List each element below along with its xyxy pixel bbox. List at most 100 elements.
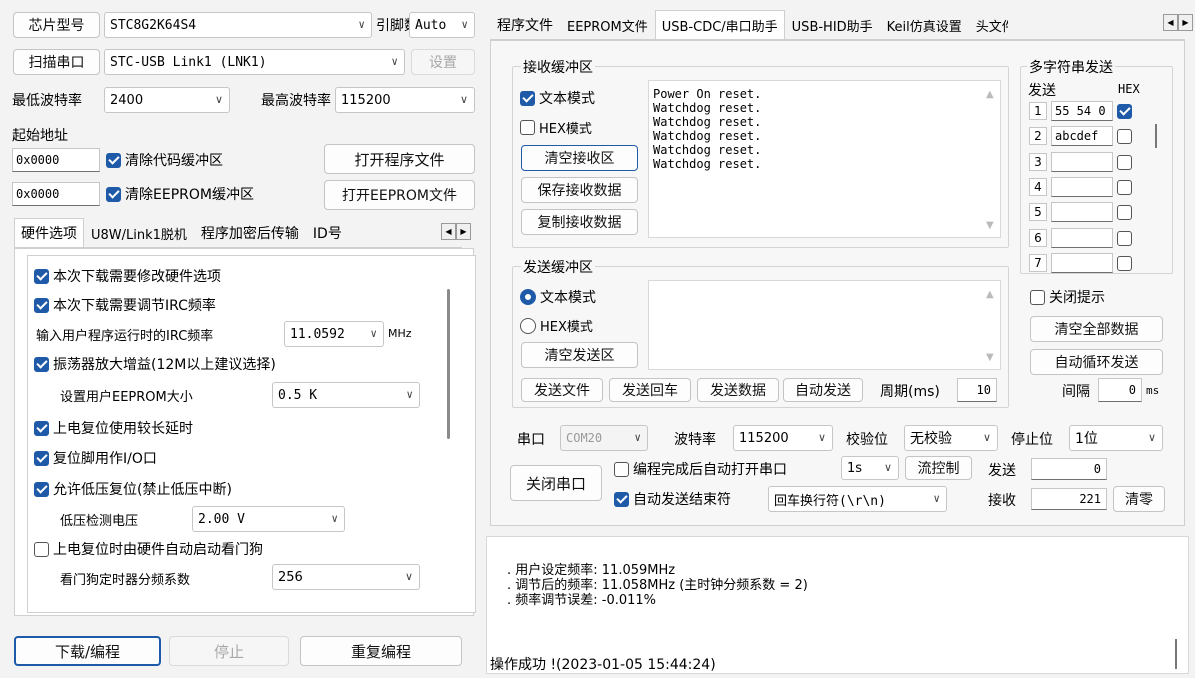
chip-model-select[interactable]: STC8G2K64S4 ∨: [104, 12, 372, 38]
multi-send-button[interactable]: 3: [1029, 153, 1047, 171]
eeprom-address-input[interactable]: 0x0000: [12, 182, 100, 206]
send-data-button[interactable]: 发送数据: [697, 378, 779, 402]
tab-scroll-left-icon[interactable]: ◀: [441, 223, 456, 240]
code-address-input[interactable]: 0x0000: [12, 148, 100, 172]
tab-header-file[interactable]: 头文件: [969, 10, 1009, 39]
eeprom-size-select[interactable]: 0.5 K ∨: [272, 382, 420, 408]
auto-open-delay-select[interactable]: 1s ∨: [841, 456, 899, 480]
send-enter-button[interactable]: 发送回车: [609, 378, 691, 402]
tab-keil-debug[interactable]: Keil仿真设置: [880, 10, 969, 39]
multi-send-button[interactable]: 6: [1029, 229, 1047, 247]
clear-count-button[interactable]: 清零: [1113, 486, 1165, 512]
close-serial-port-button[interactable]: 关闭串口: [510, 465, 602, 501]
tab-serial-assistant[interactable]: USB-CDC/串口助手: [654, 10, 785, 39]
period-input[interactable]: 10: [957, 378, 997, 402]
stop-bits-select[interactable]: 1位 ∨: [1069, 425, 1163, 451]
multi-send-button[interactable]: 4: [1029, 178, 1047, 196]
download-program-button[interactable]: 下载/编程: [14, 636, 161, 666]
baud-rate-select[interactable]: 115200 ∨: [733, 425, 833, 451]
multi-send-button[interactable]: 5: [1029, 203, 1047, 221]
send-hex-mode-radio[interactable]: HEX模式: [520, 316, 593, 335]
right-tab-scroll-left-icon[interactable]: ◀: [1163, 14, 1178, 31]
interval-input[interactable]: 0: [1098, 378, 1142, 402]
max-baud-select[interactable]: 115200 ∨: [335, 87, 475, 113]
pin-count-select[interactable]: Auto ∨: [409, 12, 475, 38]
scan-port-button[interactable]: 扫描串口: [13, 49, 100, 75]
clear-all-button[interactable]: 清空全部数据: [1030, 316, 1163, 342]
receive-text-mode-checkbox[interactable]: 文本模式: [520, 88, 595, 108]
log-scrollbar[interactable]: [1175, 639, 1177, 669]
multi-input[interactable]: [1051, 228, 1113, 248]
close-hint-checkbox[interactable]: 关闭提示: [1030, 287, 1105, 307]
multi-input[interactable]: abcdef: [1051, 126, 1113, 146]
serial-port-select[interactable]: COM20 ∨: [560, 425, 648, 451]
save-receive-button[interactable]: 保存接收数据: [521, 177, 638, 203]
port-select[interactable]: STC-USB Link1 (LNK1) ∨: [104, 49, 405, 75]
multi-hex-checkbox[interactable]: [1117, 230, 1132, 246]
watchdog-checkbox[interactable]: 上电复位时由硬件自动启动看门狗: [34, 539, 263, 559]
tab-eeprom-file[interactable]: EEPROM文件: [560, 10, 655, 39]
open-eeprom-button[interactable]: 打开EEPROM文件: [324, 180, 475, 210]
clear-code-checkbox[interactable]: 清除代码缓冲区: [106, 150, 223, 170]
low-voltage-reset-checkbox[interactable]: 允许低压复位(禁止低压中断): [34, 479, 232, 499]
clear-eeprom-checkbox[interactable]: 清除EEPROM缓冲区: [106, 184, 254, 204]
multi-hex-checkbox[interactable]: [1117, 103, 1132, 119]
auto-open-port-checkbox[interactable]: 编程完成后自动打开串口: [614, 459, 787, 479]
clear-send-button[interactable]: 清空发送区: [521, 342, 638, 368]
tab-program-file[interactable]: 程序文件: [490, 10, 560, 39]
long-delay-checkbox[interactable]: 上电复位使用较长延时: [34, 418, 193, 438]
multi-hex-checkbox[interactable]: [1117, 179, 1132, 195]
scroll-up-icon[interactable]: ▲: [986, 289, 994, 300]
multi-scrollbar[interactable]: [1155, 124, 1157, 148]
multi-input[interactable]: [1051, 177, 1113, 197]
multi-hex-checkbox[interactable]: [1117, 255, 1132, 271]
oscillator-gain-checkbox[interactable]: 振荡器放大增益(12M以上建议选择): [34, 354, 276, 374]
reset-io-checkbox[interactable]: 复位脚用作I/O口: [34, 448, 157, 468]
multi-send-button[interactable]: 2: [1029, 127, 1047, 145]
copy-receive-button[interactable]: 复制接收数据: [521, 209, 638, 235]
send-text-mode-radio[interactable]: 文本模式: [520, 287, 596, 307]
tab-encryption[interactable]: 程序加密后传输: [194, 218, 306, 247]
min-baud-select[interactable]: 2400 ∨: [104, 87, 230, 113]
chip-model-button[interactable]: 芯片型号: [13, 12, 100, 38]
tab-usb-hid[interactable]: USB-HID助手: [785, 10, 880, 39]
watchdog-prescaler-select[interactable]: 256 ∨: [272, 564, 420, 590]
modify-hardware-checkbox[interactable]: 本次下载需要修改硬件选项: [34, 266, 221, 286]
send-scrollbar[interactable]: ▲ ▼: [983, 281, 1000, 369]
scroll-down-icon[interactable]: ▼: [986, 352, 994, 363]
multi-input[interactable]: 55 54 0: [1051, 101, 1113, 121]
multi-send-button[interactable]: 1: [1029, 102, 1047, 120]
irc-frequency-select[interactable]: 11.0592 ∨: [284, 321, 384, 347]
tab-id[interactable]: ID号: [306, 218, 349, 247]
send-text-area[interactable]: ▲ ▼: [648, 280, 1001, 370]
parity-select[interactable]: 无校验 ∨: [904, 425, 998, 451]
adjust-irc-checkbox[interactable]: 本次下载需要调节IRC频率: [34, 295, 216, 315]
repeat-program-button[interactable]: 重复编程: [300, 636, 462, 666]
auto-loop-send-button[interactable]: 自动循环发送: [1030, 349, 1163, 375]
scroll-up-icon[interactable]: ▲: [986, 89, 994, 100]
multi-input[interactable]: [1051, 152, 1113, 172]
clear-receive-button[interactable]: 清空接收区: [521, 145, 638, 171]
auto-send-button[interactable]: 自动发送: [783, 378, 863, 402]
tab-offline[interactable]: U8W/Link1脱机: [84, 218, 194, 247]
scroll-down-icon[interactable]: ▼: [986, 220, 994, 231]
auto-end-char-checkbox[interactable]: 自动发送结束符: [614, 489, 731, 509]
multi-input[interactable]: [1051, 202, 1113, 222]
receive-hex-mode-checkbox[interactable]: HEX模式: [520, 118, 592, 137]
right-tab-scroll-right-icon[interactable]: ▶: [1178, 14, 1193, 31]
send-file-button[interactable]: 发送文件: [521, 378, 603, 402]
multi-send-button[interactable]: 7: [1029, 254, 1047, 272]
receive-scrollbar[interactable]: ▲ ▼: [983, 81, 1000, 237]
low-voltage-select[interactable]: 2.00 V ∨: [192, 506, 345, 532]
tab-hardware-options[interactable]: 硬件选项: [14, 218, 84, 247]
multi-hex-checkbox[interactable]: [1117, 128, 1132, 144]
end-char-select[interactable]: 回车换行符(\r\n) ∨: [768, 486, 947, 512]
receive-text-area[interactable]: Power On reset. Watchdog reset. Watchdog…: [648, 80, 1001, 238]
stop-button[interactable]: 停止: [169, 636, 289, 666]
multi-hex-checkbox[interactable]: [1117, 154, 1132, 170]
flow-control-button[interactable]: 流控制: [905, 456, 972, 480]
tab-scroll-right-icon[interactable]: ▶: [456, 223, 471, 240]
options-scrollbar[interactable]: [447, 289, 450, 439]
multi-hex-checkbox[interactable]: [1117, 204, 1132, 220]
settings-button[interactable]: 设置: [411, 49, 475, 75]
